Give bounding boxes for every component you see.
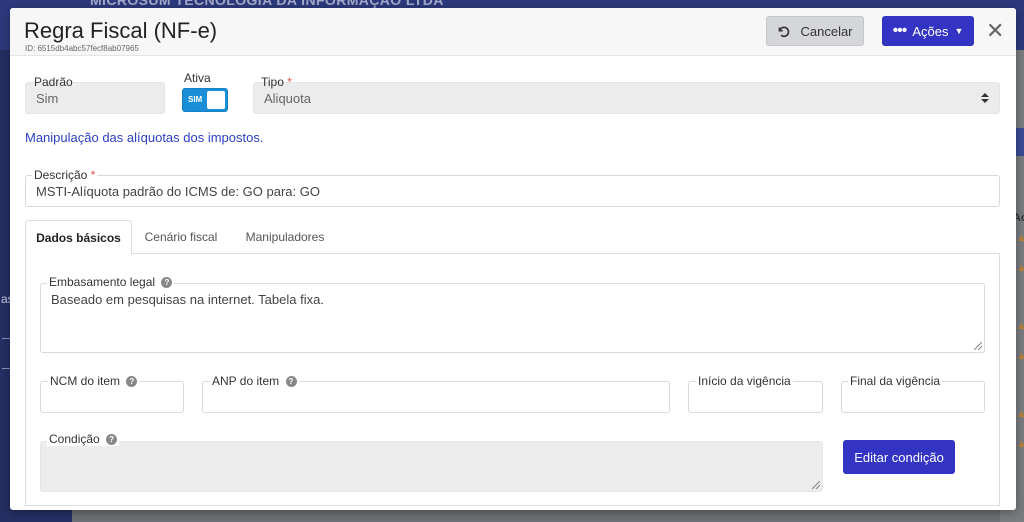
help-icon[interactable]: ? xyxy=(161,277,173,289)
padrao-label: Padrão xyxy=(34,75,73,89)
modal-title: Regra Fiscal (NF-e) xyxy=(24,18,218,43)
tab-label: Manipuladores xyxy=(245,230,325,244)
help-icon[interactable]: ? xyxy=(106,434,118,446)
select-arrows-icon xyxy=(981,93,989,103)
company-name: MICROSUM TECNOLOGIA DA INFORMAÇÃO LTDA xyxy=(90,0,444,8)
close-icon[interactable]: ✕ xyxy=(986,20,1004,42)
descricao-label: Descrição * xyxy=(32,168,98,182)
toggle-text: SIM xyxy=(188,95,203,104)
ncm-label-text: NCM do item xyxy=(50,374,121,388)
warning-icon: ▲ xyxy=(1016,408,1024,420)
ativa-toggle[interactable]: SIM xyxy=(182,88,228,112)
resize-handle-icon[interactable] xyxy=(974,342,982,350)
cancel-button[interactable]: Cancelar xyxy=(766,16,864,46)
help-icon[interactable]: ? xyxy=(126,376,138,388)
embasamento-textarea[interactable]: Baseado em pesquisas na internet. Tabela… xyxy=(40,283,985,353)
modal-header: Regra Fiscal (NF-e) ID: 6515db4abc57fecf… xyxy=(10,8,1016,56)
required-marker: * xyxy=(287,75,292,89)
condicao-label: Condição ? xyxy=(47,432,120,446)
tipo-label: Tipo * xyxy=(259,75,294,89)
condicao-label-text: Condição xyxy=(49,432,100,446)
regra-fiscal-modal: Regra Fiscal (NF-e) ID: 6515db4abc57fecf… xyxy=(10,8,1016,510)
tipo-select[interactable]: Aliquota xyxy=(253,82,1000,114)
descricao-input[interactable]: MSTI-Alíquota padrão do ICMS de: GO para… xyxy=(25,175,1000,207)
tab-label: Dados básicos xyxy=(36,230,121,245)
tab-manipuladores[interactable]: Manipuladores xyxy=(235,220,335,254)
inicio-vigencia-label: Início da vigência xyxy=(696,374,793,388)
tab-dados-basicos[interactable]: Dados básicos xyxy=(25,220,132,255)
anp-label-text: ANP do item xyxy=(212,374,280,388)
embasamento-label: Embasamento legal ? xyxy=(47,275,175,289)
actions-dropdown-button[interactable]: ••• Ações ▼ xyxy=(882,16,974,46)
warning-icon: ▲ xyxy=(1016,232,1024,244)
padrao-value: Sim xyxy=(36,90,59,106)
sidebar-divider xyxy=(2,338,10,339)
embasamento-label-text: Embasamento legal xyxy=(49,275,156,289)
tab-bar: Dados básicos Cenário fiscal Manipulador… xyxy=(25,220,1000,255)
tab-label: Cenário fiscal xyxy=(144,230,218,244)
final-vigencia-label: Final da vigência xyxy=(848,374,943,388)
undo-icon xyxy=(779,26,790,37)
condicao-textarea xyxy=(40,441,823,492)
tab-cenario-fiscal[interactable]: Cenário fiscal xyxy=(137,220,225,254)
ativa-label: Ativa xyxy=(182,71,213,85)
required-marker: * xyxy=(90,168,96,182)
tipo-value: Aliquota xyxy=(264,90,311,106)
anp-label: ANP do item ? xyxy=(210,374,299,388)
descricao-label-text: Descrição xyxy=(34,168,88,182)
ncm-label: NCM do item ? xyxy=(48,374,140,388)
tipo-description-link[interactable]: Manipulação das alíquotas dos impostos. xyxy=(25,130,263,145)
toggle-knob xyxy=(207,91,225,109)
edit-condition-button[interactable]: Editar condição xyxy=(843,440,955,474)
descricao-value: MSTI-Alíquota padrão do ICMS de: GO para… xyxy=(36,183,320,199)
warning-icon: ▲ xyxy=(1016,350,1024,362)
help-icon[interactable]: ? xyxy=(285,376,297,388)
warning-icon: ▲ xyxy=(1016,438,1024,450)
record-id: ID: 6515db4abc57fecf8ab07965 xyxy=(25,44,139,53)
warning-icon: ▲ xyxy=(1016,262,1024,274)
tipo-label-text: Tipo xyxy=(261,75,284,89)
embasamento-value: Baseado em pesquisas na internet. Tabela… xyxy=(51,292,324,307)
resize-handle-icon xyxy=(812,481,820,489)
actions-button-label: Ações xyxy=(912,23,949,39)
warning-icon: ▲ xyxy=(1016,320,1024,332)
caret-down-icon: ▼ xyxy=(954,26,964,36)
cancel-button-label: Cancelar xyxy=(800,23,853,39)
sidebar-divider xyxy=(2,368,10,369)
ellipsis-icon: ••• xyxy=(892,22,908,39)
